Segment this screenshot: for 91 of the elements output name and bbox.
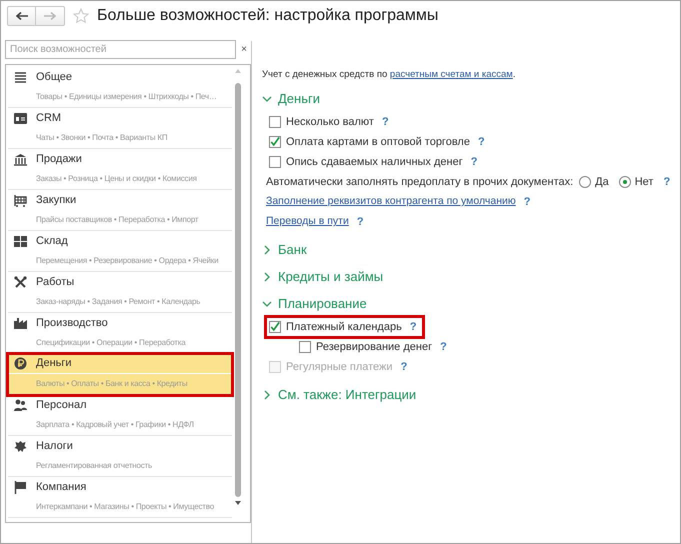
section-title[interactable]: Кредиты и займы bbox=[278, 266, 384, 286]
item-title: Продажи bbox=[36, 152, 82, 167]
field-label: Автоматически заполнять предоплату в прочих документах: bbox=[266, 174, 574, 190]
item-subtitle: Прайсы поставщиков • Переработка • Импорт bbox=[36, 214, 198, 226]
flag-icon bbox=[14, 480, 27, 494]
section-title[interactable]: Банк bbox=[278, 240, 307, 260]
item-subtitle: Валюты • Оплаты • Банк и касса • Кредиты bbox=[36, 378, 188, 390]
item-title: Деньги bbox=[36, 356, 72, 372]
chevron-right-icon[interactable] bbox=[262, 390, 272, 400]
checkbox[interactable] bbox=[269, 136, 281, 148]
chevron-down-icon[interactable] bbox=[262, 298, 272, 308]
factory-icon bbox=[14, 316, 27, 330]
help-link[interactable]: ? bbox=[663, 174, 670, 190]
sidebar-item[interactable]: Деньги Валюты • Оплаты • Банк и касса • Кредиты bbox=[8, 354, 232, 394]
item-title: Работы bbox=[36, 274, 74, 290]
item-title: Общее bbox=[36, 70, 72, 85]
item-subtitle: Заказы • Розница • Цены и скидки • Комиссия bbox=[36, 173, 197, 185]
scrollbar-thumb[interactable] bbox=[235, 83, 241, 497]
help-link[interactable]: ? bbox=[478, 134, 485, 150]
sidebar-item[interactable]: CRM Чаты • Звонки • Почта • Варианты КП bbox=[8, 108, 232, 148]
checkmark-icon bbox=[270, 136, 280, 148]
item-title: Персонал bbox=[36, 398, 86, 413]
checkbox[interactable] bbox=[269, 321, 281, 333]
checkmark-icon bbox=[270, 321, 280, 333]
clear-button[interactable]: × bbox=[237, 42, 251, 57]
sidebar-item[interactable]: Персонал Зарплата • Кадровый учет • Графики • НДФЛ bbox=[8, 395, 232, 435]
item-title: Производство bbox=[36, 316, 108, 331]
sidebar-item[interactable]: Закупки Прайсы поставщиков • Переработка • Импорт bbox=[8, 190, 232, 230]
item-title: Компания bbox=[36, 480, 86, 495]
checkbox[interactable] bbox=[269, 156, 281, 168]
sidebar-item[interactable]: Компания Интеркампани • Магазины • Проекты • Имущество bbox=[8, 477, 232, 517]
checkbox-label: Резервирование денег bbox=[316, 340, 432, 355]
radio-option[interactable]: Да bbox=[579, 174, 609, 190]
item-subtitle: Заказ-наряды • Задания • Ремонт • Календарь bbox=[36, 296, 200, 308]
item-subtitle: Перемещения • Резервирование • Ордера • Ячейки bbox=[36, 255, 218, 267]
back-arrow-icon bbox=[16, 12, 28, 20]
contact-card-icon bbox=[14, 112, 27, 124]
help-link[interactable]: ? bbox=[410, 318, 417, 336]
chevron-right-icon[interactable] bbox=[262, 272, 272, 282]
intro-text: Учет с денежных средств по расчетным счетам и кассам. bbox=[262, 68, 516, 82]
radio-option[interactable]: Нет bbox=[618, 174, 654, 190]
sidebar-item[interactable]: Налоги Регламентированная отчетность bbox=[8, 436, 232, 476]
item-subtitle: Товары • Единицы измерения • Штрихкоды • Печ… bbox=[36, 91, 217, 103]
item-subtitle: Интеркампани • Магазины • Проекты • Имущество bbox=[36, 501, 214, 513]
chevron-down-icon[interactable] bbox=[262, 94, 272, 104]
ruble-coin-icon bbox=[14, 357, 27, 370]
checkbox-label: Оплата картами в оптовой торговле bbox=[286, 134, 470, 150]
star-icon[interactable] bbox=[73, 8, 89, 24]
item-subtitle: Зарплата • Кадровый учет • Графики • НДФЛ bbox=[36, 419, 194, 431]
help-link[interactable]: ? bbox=[440, 338, 447, 356]
checkbox-label: Опись сдаваемых наличных денег bbox=[286, 154, 463, 170]
sidebar-item[interactable]: Склад Перемещения • Резервирование • Ордера • Ячейки bbox=[8, 231, 232, 271]
item-subtitle: Регламентированная отчетность bbox=[36, 460, 152, 472]
forward-arrow-icon bbox=[44, 12, 56, 20]
setting-link[interactable]: Переводы в пути bbox=[266, 214, 349, 230]
checkbox-label: Платежный календарь bbox=[286, 320, 402, 335]
section-title[interactable]: Планирование bbox=[278, 294, 367, 314]
section-title[interactable]: См. также: Интеграции bbox=[278, 384, 416, 404]
window-title: Больше возможностей: настройка программы bbox=[97, 6, 438, 26]
checkbox[interactable] bbox=[269, 116, 281, 128]
scroll-up-icon[interactable] bbox=[235, 69, 241, 73]
scroll-down-icon[interactable] bbox=[235, 501, 241, 505]
people-icon bbox=[14, 398, 27, 412]
accounts-link[interactable]: расчетным счетам и кассам bbox=[390, 69, 513, 80]
help-link[interactable]: ? bbox=[382, 114, 389, 130]
cart-icon bbox=[14, 194, 27, 206]
item-title: Налоги bbox=[36, 438, 73, 454]
item-subtitle: Спецификации • Операции • Переработка bbox=[36, 337, 186, 349]
checkbox-label: Несколько валют bbox=[286, 114, 374, 130]
help-link[interactable]: ? bbox=[470, 154, 478, 170]
grid-icon bbox=[14, 234, 27, 248]
item-subtitle: Чаты • Звонки • Почта • Варианты КП bbox=[36, 132, 168, 144]
item-title: Склад bbox=[36, 234, 68, 249]
building-icon bbox=[14, 152, 27, 166]
checkbox[interactable] bbox=[299, 341, 311, 353]
sidebar-item[interactable]: Работы Заказ-наряды • Задания • Ремонт • Календарь bbox=[8, 272, 232, 312]
sidebar-item[interactable]: Продажи Заказы • Розница • Цены и скидки • Комиссия bbox=[8, 149, 232, 189]
checkbox-label: Регулярные платежи bbox=[286, 360, 393, 375]
item-title: Закупки bbox=[36, 192, 76, 208]
setting-link[interactable]: Заполнение реквизитов контрагента по умолчанию bbox=[266, 194, 516, 210]
emblem-icon bbox=[14, 440, 27, 452]
section-title[interactable]: Деньги bbox=[278, 88, 320, 108]
help-link[interactable]: ? bbox=[524, 194, 530, 210]
tools-icon bbox=[14, 276, 27, 288]
list-icon bbox=[14, 70, 27, 84]
help-link[interactable]: ? bbox=[356, 214, 364, 230]
sidebar-item[interactable]: Производство Спецификации • Операции • Переработка bbox=[8, 313, 232, 353]
sidebar-item[interactable]: Общее Товары • Единицы измерения • Штрихкоды • Печ… bbox=[8, 67, 232, 107]
chevron-right-icon[interactable] bbox=[262, 244, 272, 254]
item-title: CRM bbox=[36, 110, 62, 126]
search-field[interactable]: Поиск возможностей bbox=[5, 40, 236, 59]
